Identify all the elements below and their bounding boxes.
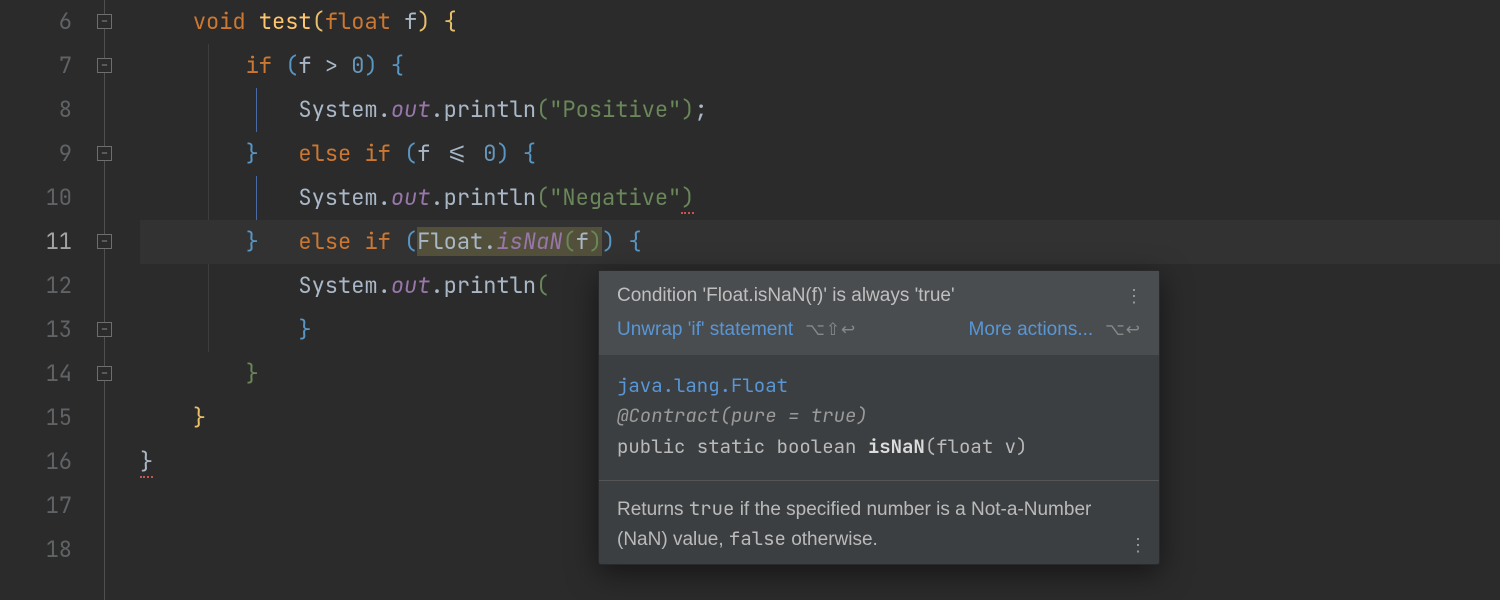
class-ref: System [298,95,377,124]
line-number: 15 [0,396,72,440]
line-number: 18 [0,528,72,572]
method-call: isNaN [496,227,562,256]
class-ref: Float [417,227,483,256]
doc-package: java.lang.Float [617,371,1141,401]
paren: ( [562,227,575,256]
paren: ( [312,7,325,36]
keyword: if [246,51,272,80]
code-line[interactable]: } else if (f <= 0) { [140,132,1500,176]
line-number: 14 [0,352,72,396]
fold-toggle-icon[interactable]: – [97,146,112,161]
line-number: 6 [0,0,72,44]
brace: { [391,51,404,80]
paren: ) [496,139,509,168]
brace: } [246,227,259,256]
keyword: if [364,227,390,256]
field: out [391,183,431,212]
keyword: else [298,139,351,168]
doc-annotation: @Contract(pure = true) [617,401,1141,431]
shortcut-label: ⌥⇧↩ [805,320,856,340]
class-ref: System [298,183,377,212]
more-vert-icon[interactable]: ⋮ [1129,536,1145,554]
line-number: 17 [0,484,72,528]
brace: { [523,139,536,168]
inspection-popup: Condition 'Float.isNaN(f)' is always 'tr… [598,270,1160,565]
method-call: println [444,95,536,124]
number: 0 [483,139,496,168]
paren-error: ) [681,183,694,214]
variable: f [417,139,430,168]
keyword: if [364,139,390,168]
paren: ) [589,227,602,256]
string: "Negative" [549,183,681,212]
shortcut-label: ⌥↩ [1105,320,1141,340]
paren: ) [681,95,694,124]
string: "Positive" [549,95,681,124]
paren: ( [536,271,549,300]
fold-toggle-icon[interactable]: – [97,322,112,337]
keyword: void [193,7,246,36]
code-line[interactable]: void test(float f) { [140,0,1500,44]
code-editor[interactable]: 6 7 8 9 10 11 12 13 14 15 16 17 18 – – –… [0,0,1500,600]
brace: { [444,7,457,36]
line-number-current: 11 [0,220,72,264]
line-number: 9 [0,132,72,176]
code-line[interactable]: System.out.println("Positive"); [140,88,1500,132]
class-ref: System [298,271,377,300]
paren: ( [536,95,549,124]
paren: ( [536,183,549,212]
brace-error: } [140,447,153,478]
method-call: println [444,183,536,212]
code-line[interactable]: if (f > 0) { [140,44,1500,88]
gutter: 6 7 8 9 10 11 12 13 14 15 16 17 18 [0,0,90,600]
line-number: 7 [0,44,72,88]
method-name: test [259,7,312,36]
number: 0 [351,51,364,80]
line-number: 13 [0,308,72,352]
code-line[interactable]: System.out.println("Negative") [140,176,1500,220]
fold-column: – – – – – – [90,0,120,600]
paren: ( [404,139,417,168]
more-actions-link[interactable]: More actions... [969,319,1094,341]
brace: } [298,315,311,344]
fold-toggle-icon[interactable]: – [97,14,112,29]
paren: ) [364,51,377,80]
brace: } [246,139,259,168]
paren: ) [417,7,430,36]
paren: ) [602,227,615,256]
fold-toggle-icon[interactable]: – [97,366,112,381]
parameter: f [404,7,417,36]
keyword: else [298,227,351,256]
operator: > [312,51,352,80]
variable: f [576,227,589,256]
variable: f [298,51,311,80]
line-number: 12 [0,264,72,308]
code-line-current[interactable]: } else if (Float.isNaN(f)) { [140,220,1500,264]
paren: ( [285,51,298,80]
line-number: 10 [0,176,72,220]
brace: } [193,403,206,432]
field: out [391,95,431,124]
operator: <= [430,139,483,168]
quickdoc-signature: java.lang.Float @Contract(pure = true) p… [599,355,1159,480]
brace: { [629,227,642,256]
line-number: 16 [0,440,72,484]
fold-toggle-icon[interactable]: – [97,234,112,249]
inspection-message: Condition 'Float.isNaN(f)' is always 'tr… [617,285,955,307]
method-call: println [444,271,536,300]
paren: ( [404,227,417,256]
fold-toggle-icon[interactable]: – [97,58,112,73]
line-number: 8 [0,88,72,132]
field: out [391,271,431,300]
keyword: float [325,7,391,36]
more-vert-icon[interactable]: ⋮ [1125,287,1141,305]
quickdoc-description: Returns true if the specified number is … [599,481,1159,564]
quickfix-unwrap-link[interactable]: Unwrap 'if' statement [617,319,793,341]
brace: } [246,359,259,388]
inspection-header: Condition 'Float.isNaN(f)' is always 'tr… [599,271,1159,355]
doc-signature: public static boolean isNaN(float v) [617,432,1141,462]
